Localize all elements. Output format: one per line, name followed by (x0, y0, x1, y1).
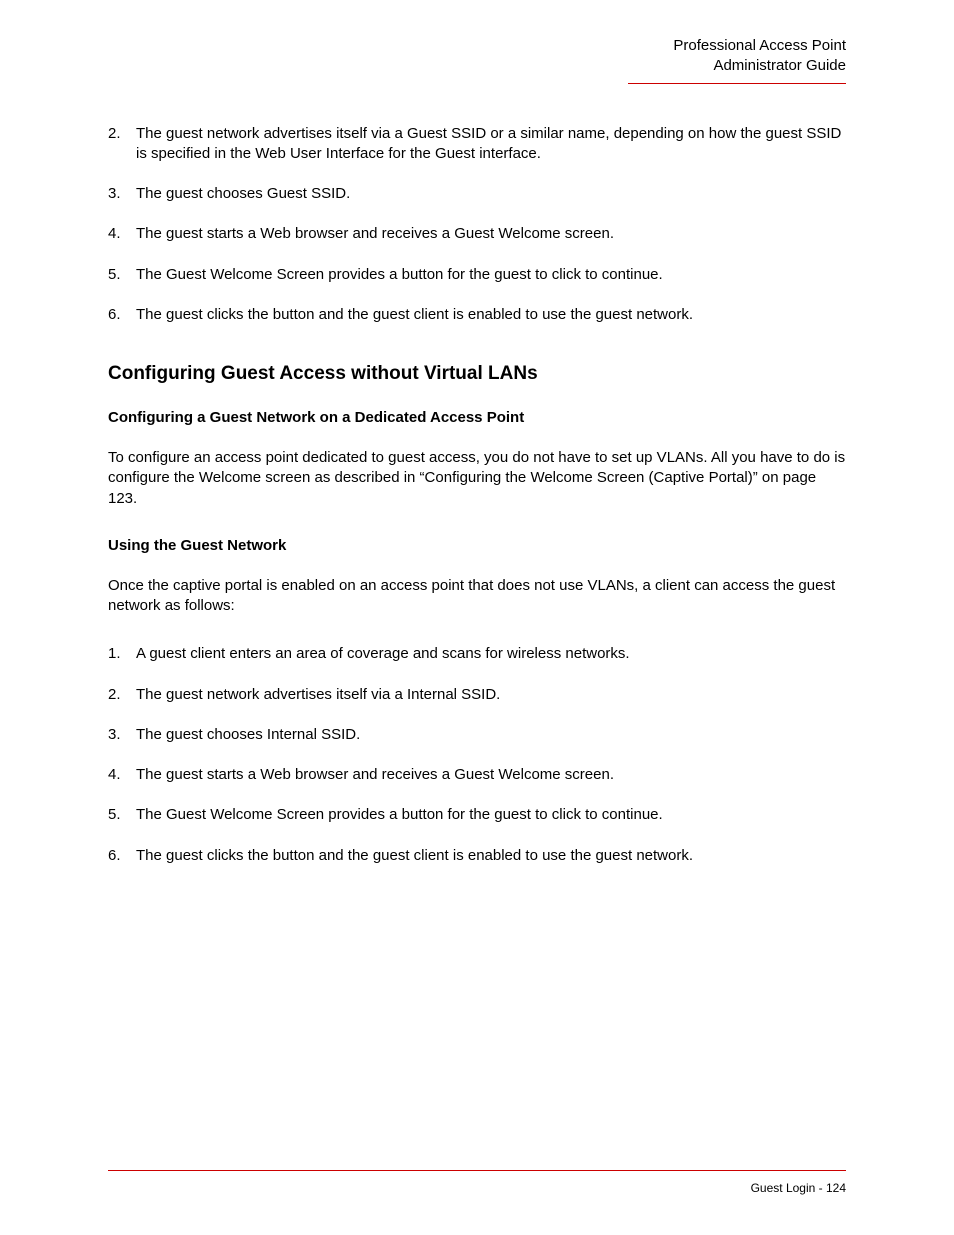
body-paragraph: To configure an access point dedicated t… (108, 448, 846, 509)
list-text: The guest chooses Guest SSID. (136, 184, 846, 204)
list-item: 2.The guest network advertises itself vi… (108, 124, 846, 165)
list-text: The guest network advertises itself via … (136, 685, 846, 705)
list-item: 5.The Guest Welcome Screen provides a bu… (108, 265, 846, 285)
list-number: 2. (108, 124, 136, 165)
list-number: 5. (108, 265, 136, 285)
list-number: 5. (108, 805, 136, 825)
page-header: Professional Access Point Administrator … (628, 36, 846, 84)
list-item: 2.The guest network advertises itself vi… (108, 685, 846, 705)
header-line-2: Administrator Guide (628, 56, 846, 76)
body-paragraph: Once the captive portal is enabled on an… (108, 576, 846, 617)
list-number: 2. (108, 685, 136, 705)
list-item: 6.The guest clicks the button and the gu… (108, 305, 846, 325)
list-item: 4.The guest starts a Web browser and rec… (108, 224, 846, 244)
numbered-list-2: 1.A guest client enters an area of cover… (108, 644, 846, 866)
list-text: The guest starts a Web browser and recei… (136, 765, 846, 785)
subsection-heading-2: Using the Guest Network (108, 537, 846, 554)
subsection-heading-1: Configuring a Guest Network on a Dedicat… (108, 409, 846, 426)
list-number: 6. (108, 846, 136, 866)
list-text: The guest clicks the button and the gues… (136, 846, 846, 866)
list-text: A guest client enters an area of coverag… (136, 644, 846, 664)
list-item: 5.The Guest Welcome Screen provides a bu… (108, 805, 846, 825)
list-item: 6.The guest clicks the button and the gu… (108, 846, 846, 866)
list-text: The Guest Welcome Screen provides a butt… (136, 805, 846, 825)
list-text: The guest network advertises itself via … (136, 124, 846, 165)
list-text: The guest chooses Internal SSID. (136, 725, 846, 745)
footer-text: Guest Login - 124 (751, 1181, 846, 1195)
list-number: 1. (108, 644, 136, 664)
list-number: 3. (108, 725, 136, 745)
list-number: 4. (108, 224, 136, 244)
list-text: The guest clicks the button and the gues… (136, 305, 846, 325)
list-text: The guest starts a Web browser and recei… (136, 224, 846, 244)
document-page: Professional Access Point Administrator … (0, 0, 954, 1235)
section-heading: Configuring Guest Access without Virtual… (108, 363, 846, 385)
list-number: 4. (108, 765, 136, 785)
list-item: 1.A guest client enters an area of cover… (108, 644, 846, 664)
numbered-list-1: 2.The guest network advertises itself vi… (108, 124, 846, 326)
page-footer: Guest Login - 124 (108, 1170, 846, 1195)
list-item: 3.The guest chooses Guest SSID. (108, 184, 846, 204)
header-line-1: Professional Access Point (628, 36, 846, 56)
list-number: 3. (108, 184, 136, 204)
list-item: 4.The guest starts a Web browser and rec… (108, 765, 846, 785)
list-number: 6. (108, 305, 136, 325)
list-item: 3.The guest chooses Internal SSID. (108, 725, 846, 745)
list-text: The Guest Welcome Screen provides a butt… (136, 265, 846, 285)
